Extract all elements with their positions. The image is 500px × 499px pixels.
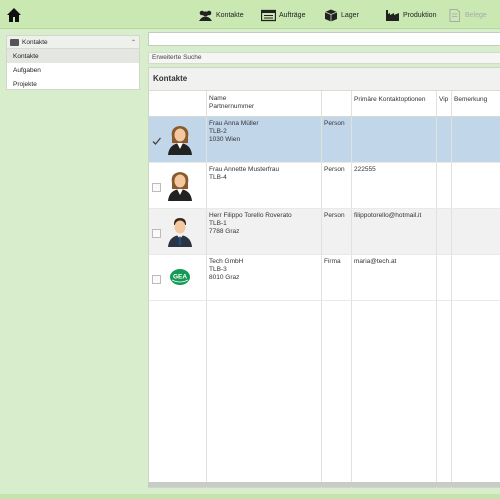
remark-cell — [452, 209, 500, 254]
company-logo-text: GEA — [173, 274, 187, 281]
factory-icon — [386, 9, 399, 21]
table-header: Name Partnernummer Primäre Kontaktoption… — [149, 91, 500, 117]
sidebar-header-label: Kontakte — [22, 38, 48, 46]
type-cell: Firma — [322, 255, 352, 300]
empty-column — [149, 301, 207, 489]
row-name-cell: Herr Filippo Torello Roverato TLB-1 7788… — [207, 209, 322, 254]
remark-cell — [452, 117, 500, 162]
table-row[interactable]: GEA Tech GmbH TLB-3 8010 Graz Firma mari… — [149, 255, 500, 301]
nav-produktion[interactable]: Produktion — [385, 6, 436, 24]
row-checkbox[interactable] — [152, 183, 161, 192]
orders-icon — [261, 9, 276, 21]
sidebar-header[interactable]: Kontakte ⌃ — [7, 36, 139, 49]
contact-name[interactable]: Herr Filippo Torello Roverato — [209, 212, 319, 220]
header-contact[interactable]: Primäre Kontaktoptionen — [352, 91, 437, 116]
empty-column — [207, 301, 322, 489]
contacts-panel: Kontakte Name Partnernummer Primäre Kont… — [148, 67, 500, 489]
nav-label: Aufträge — [279, 11, 306, 19]
advanced-search-link[interactable]: Erweiterte Suche — [148, 52, 500, 64]
row-name-cell: Tech GmbH TLB-3 8010 Graz — [207, 255, 322, 300]
sidebar-item-aufgaben[interactable]: Aufgaben — [7, 63, 139, 77]
warehouse-icon — [324, 9, 338, 21]
panel-title: Kontakte — [149, 68, 500, 91]
table-empty-area — [149, 301, 500, 489]
header-name-label: Name — [209, 95, 227, 102]
nav-lager[interactable]: Lager — [323, 6, 359, 24]
contact-cell: 222555 — [352, 163, 437, 208]
contact-cell[interactable]: maria@tech.at — [352, 255, 437, 300]
sidebar-item-kontakte[interactable]: Kontakte — [7, 49, 139, 63]
bottom-bar — [0, 494, 500, 499]
contacts-icon — [199, 10, 212, 21]
nav-label: Lager — [341, 11, 359, 19]
row-checkbox[interactable] — [152, 275, 161, 284]
header-remark[interactable]: Bemerkung — [452, 91, 500, 116]
sidebar-item-projekte[interactable]: Projekte — [7, 77, 139, 91]
header-partner-label: Partnernummer — [209, 103, 255, 110]
row-name-cell: Frau Annette Musterfrau TLB-4 — [207, 163, 322, 208]
checkmark-icon[interactable] — [152, 137, 161, 146]
row-name-cell: Frau Anna Müller TLB-2 1030 Wien — [207, 117, 322, 162]
row-select-cell: GEA — [149, 255, 207, 300]
home-icon[interactable] — [6, 7, 22, 23]
contact-name[interactable]: Frau Annette Musterfrau — [209, 166, 319, 174]
type-cell: Person — [322, 163, 352, 208]
partner-number: TLB-1 — [209, 220, 227, 227]
man-avatar-icon — [168, 218, 192, 247]
document-icon — [449, 8, 460, 22]
vip-cell — [437, 255, 452, 300]
contact-name[interactable]: Tech GmbH — [209, 258, 319, 266]
partner-number: TLB-2 — [209, 128, 227, 135]
contact-cell[interactable]: filippotorello@hotmail.it — [352, 209, 437, 254]
partner-number: TLB-4 — [209, 174, 227, 181]
contacts-table: Name Partnernummer Primäre Kontaktoption… — [149, 91, 500, 489]
remark-cell — [452, 255, 500, 300]
sidebar: Kontakte ⌃ Kontakte Aufgaben Projekte — [6, 35, 140, 90]
table-row[interactable]: Herr Filippo Torello Roverato TLB-1 7788… — [149, 209, 500, 255]
contact-city: 7788 Graz — [209, 228, 240, 235]
woman-avatar-icon — [168, 126, 192, 155]
search-input[interactable] — [148, 32, 500, 46]
partner-number: TLB-3 — [209, 266, 227, 273]
nav-label: Produktion — [403, 11, 437, 19]
header-vip[interactable]: Vip — [437, 91, 452, 116]
header-name[interactable]: Name Partnernummer — [207, 91, 322, 116]
header-select — [149, 91, 207, 116]
header-type[interactable] — [322, 91, 352, 116]
row-select-cell — [149, 163, 207, 208]
table-row[interactable]: Frau Anna Müller TLB-2 1030 Wien Person — [149, 117, 500, 163]
nav-label: Kontakte — [216, 11, 244, 19]
table-row[interactable]: Frau Annette Musterfrau TLB-4 Person 222… — [149, 163, 500, 209]
vip-cell — [437, 209, 452, 254]
vip-cell — [437, 117, 452, 162]
nav-kontakte[interactable]: Kontakte — [198, 6, 244, 24]
top-toolbar: Kontakte Aufträge Lager Produktion Beleg… — [0, 0, 500, 29]
row-select-cell — [149, 117, 207, 162]
empty-column — [322, 301, 352, 489]
remark-cell — [452, 163, 500, 208]
nav-belege: Belege — [447, 6, 487, 24]
contacts-card-icon — [10, 38, 19, 46]
collapse-icon[interactable]: ⌃ — [131, 39, 136, 46]
contact-cell — [352, 117, 437, 162]
type-cell: Person — [322, 117, 352, 162]
contact-city: 8010 Graz — [209, 274, 240, 281]
row-select-cell — [149, 209, 207, 254]
row-checkbox[interactable] — [152, 229, 161, 238]
company-logo-icon: GEA — [170, 269, 190, 285]
contact-city: 1030 Wien — [209, 136, 241, 143]
woman-avatar-icon — [168, 172, 192, 201]
horizontal-scrollbar[interactable] — [148, 482, 500, 487]
empty-column — [437, 301, 452, 489]
empty-column — [352, 301, 437, 489]
nav-label: Belege — [465, 11, 487, 19]
vip-cell — [437, 163, 452, 208]
contact-name[interactable]: Frau Anna Müller — [209, 120, 319, 128]
type-cell: Person — [322, 209, 352, 254]
nav-auftraege[interactable]: Aufträge — [261, 6, 305, 24]
